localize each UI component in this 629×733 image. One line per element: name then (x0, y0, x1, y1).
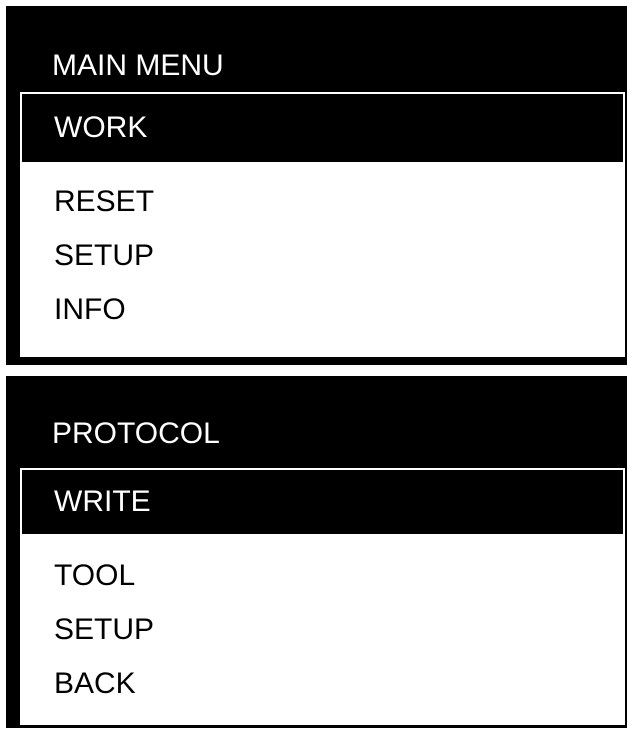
menu-item-tool[interactable]: TOOL (54, 556, 135, 596)
main-menu-list: WORK RESET SETUP INFO (20, 92, 625, 357)
menu-item-work[interactable]: WORK (22, 94, 623, 162)
menu-item-setup[interactable]: SETUP (54, 610, 154, 650)
menu-item-reset[interactable]: RESET (54, 182, 154, 222)
menu-item-setup[interactable]: SETUP (54, 236, 154, 276)
protocol-menu-screen: PROTOCOL WRITE TOOL SETUP BACK (6, 376, 627, 728)
main-menu-title: MAIN MENU (52, 49, 224, 82)
menu-item-back[interactable]: BACK (54, 664, 136, 704)
protocol-menu-title: PROTOCOL (52, 417, 220, 450)
menu-item-write[interactable]: WRITE (22, 470, 623, 534)
protocol-menu-list: WRITE TOOL SETUP BACK (20, 468, 625, 725)
main-menu-screen: MAIN MENU WORK RESET SETUP INFO (6, 6, 627, 365)
menu-item-info[interactable]: INFO (54, 290, 126, 330)
